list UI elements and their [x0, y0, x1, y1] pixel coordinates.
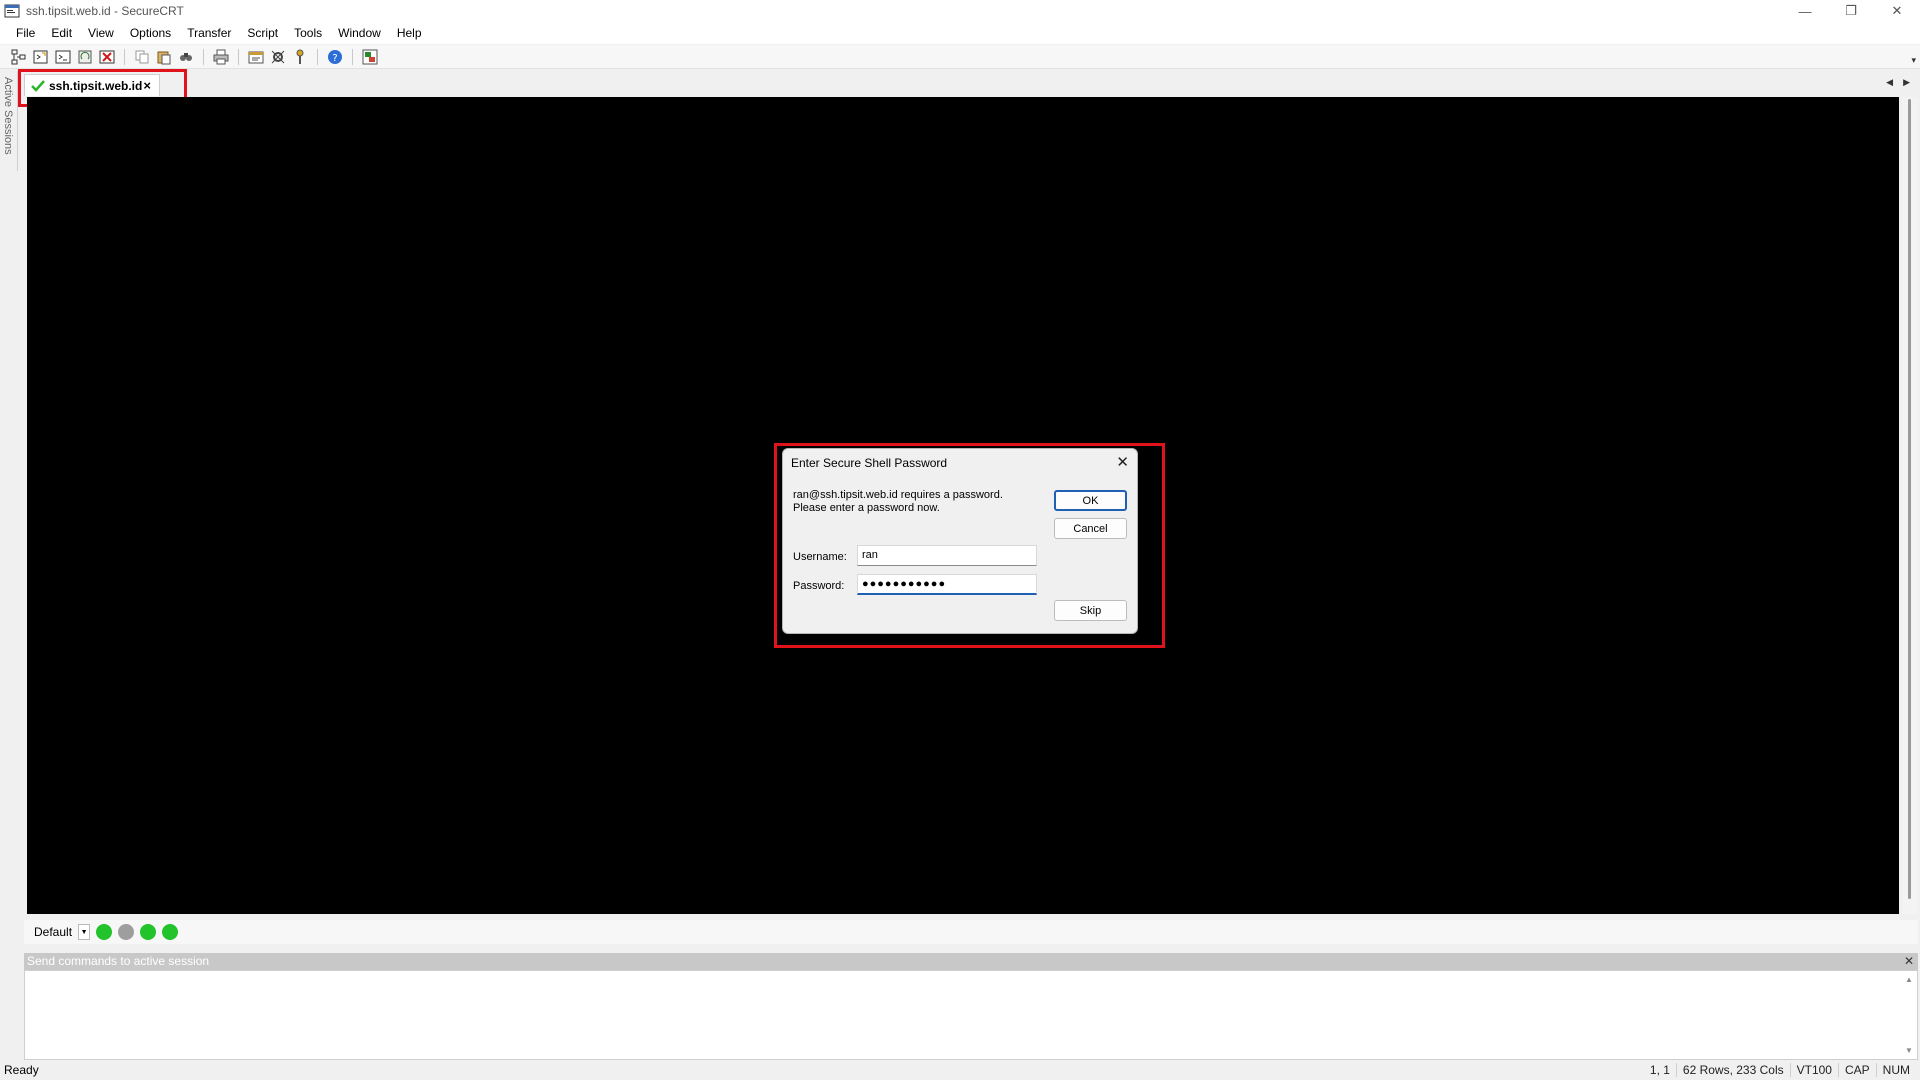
terminal-size: 62 Rows, 233 Cols [1675, 1063, 1790, 1077]
minimize-icon[interactable]: — [1782, 0, 1828, 22]
button-bar-dot-2[interactable] [118, 924, 135, 940]
toolbar-separator [352, 48, 353, 65]
button-bar-dot-3[interactable] [140, 924, 157, 940]
command-window-close-icon[interactable]: ✕ [1904, 953, 1914, 970]
disconnect-icon[interactable] [98, 48, 116, 66]
tab-strip: ssh.tipsit.web.id × ◀ ▶ [20, 71, 1918, 97]
session-options-icon[interactable] [247, 48, 265, 66]
menu-tools[interactable]: Tools [286, 22, 330, 44]
dialog-highlight-box [774, 443, 1165, 648]
chevron-down-icon[interactable]: ▼ [78, 924, 91, 940]
status-bar: Ready 1, 1 62 Rows, 233 Cols VT100 CAP N… [0, 1060, 1920, 1080]
title-bar: ssh.tipsit.web.id - SecureCRT — ❐ ✕ [0, 0, 1920, 22]
menu-transfer[interactable]: Transfer [179, 22, 239, 44]
button-bar-dot-1[interactable] [96, 924, 113, 940]
cursor-position: 1, 1 [1649, 1063, 1670, 1077]
securecrt-app-icon [4, 4, 20, 18]
reconnect-icon[interactable] [76, 48, 94, 66]
scroll-up-icon[interactable]: ▲ [1905, 975, 1913, 984]
keymap-icon[interactable] [291, 48, 309, 66]
num-lock-indicator: NUM [1875, 1063, 1916, 1077]
global-options-icon[interactable] [269, 48, 287, 66]
connect-icon[interactable] [10, 48, 28, 66]
emulation-mode: VT100 [1789, 1063, 1838, 1077]
menu-options[interactable]: Options [122, 22, 179, 44]
menu-edit[interactable]: Edit [43, 22, 80, 44]
menu-script[interactable]: Script [239, 22, 286, 44]
toolbar-separator [203, 48, 204, 65]
help-icon[interactable]: ? [326, 48, 344, 66]
copy-icon[interactable] [133, 48, 151, 66]
sftp-icon[interactable] [361, 48, 379, 66]
command-window-input[interactable]: ▲ ▼ [24, 970, 1918, 1060]
button-bar-dot-4[interactable] [162, 924, 179, 940]
status-text: Ready [4, 1063, 39, 1077]
menu-view[interactable]: View [80, 22, 122, 44]
command-window-scrollbar[interactable]: ▲ ▼ [1901, 971, 1917, 1059]
print-icon[interactable] [212, 48, 230, 66]
menu-file[interactable]: File [8, 22, 43, 44]
paste-icon[interactable] [155, 48, 173, 66]
command-window-title: Send commands to active session [27, 954, 210, 968]
toolbar-separator [238, 48, 239, 65]
svg-text:?: ? [332, 53, 337, 64]
button-bar: Default ▼ [24, 920, 1918, 944]
window-title: ssh.tipsit.web.id - SecureCRT [26, 4, 184, 18]
toolbar-overflow-icon[interactable]: ▾ [1911, 55, 1916, 66]
caps-lock-indicator: CAP [1837, 1063, 1876, 1077]
scrollbar-thumb[interactable] [1908, 99, 1911, 899]
tab-scroll-right-icon[interactable]: ▶ [1903, 77, 1910, 88]
toolbar-separator [317, 48, 318, 65]
toolbar-separator [124, 48, 125, 65]
menu-bar: File Edit View Options Transfer Script T… [0, 22, 1920, 44]
toolbar: ? ▾ [0, 45, 1920, 69]
close-icon[interactable]: ✕ [1874, 0, 1920, 22]
button-bar-select[interactable]: Default [34, 925, 78, 939]
menu-window[interactable]: Window [330, 22, 389, 44]
scroll-down-icon[interactable]: ▼ [1905, 1046, 1913, 1055]
terminal-scrollbar[interactable] [1902, 97, 1918, 914]
command-window-header: Send commands to active session ✕ [24, 953, 1918, 970]
find-icon[interactable] [177, 48, 195, 66]
connect-in-tab-icon[interactable] [54, 48, 72, 66]
active-sessions-label: Active Sessions [2, 77, 14, 155]
restore-icon[interactable]: ❐ [1828, 0, 1874, 22]
menu-help[interactable]: Help [389, 22, 430, 44]
tab-scroll-left-icon[interactable]: ◀ [1886, 77, 1893, 88]
active-sessions-panel[interactable]: Active Sessions [0, 71, 18, 171]
quick-connect-icon[interactable] [32, 48, 50, 66]
